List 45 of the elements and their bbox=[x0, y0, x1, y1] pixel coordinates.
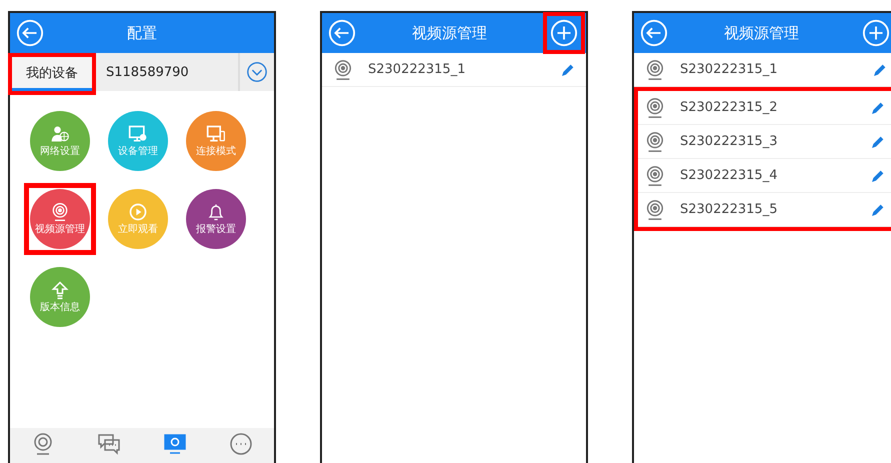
source-name: S230222315_2 bbox=[679, 100, 778, 115]
screen-title: 配置 bbox=[127, 24, 157, 42]
video-source-row[interactable]: S230222315_5 bbox=[638, 193, 891, 227]
monitor-phone-icon bbox=[206, 124, 226, 144]
video-source-row[interactable]: S230222315_4 bbox=[638, 159, 891, 193]
more-icon[interactable] bbox=[229, 432, 253, 456]
menu-tile[interactable]: 视频源管理 bbox=[30, 189, 90, 249]
video-source-row[interactable]: S230222315_2 bbox=[638, 91, 891, 125]
source-name: S230222315_5 bbox=[679, 202, 778, 217]
pencil-icon[interactable] bbox=[870, 100, 886, 116]
video-source-row[interactable]: S230222315_1 bbox=[634, 53, 891, 87]
webcam-icon bbox=[644, 58, 666, 80]
device-tab[interactable]: 我的设备 bbox=[12, 57, 92, 91]
user-globe-icon bbox=[50, 124, 70, 144]
webcam-icon bbox=[644, 198, 666, 220]
source-name: S230222315_1 bbox=[367, 62, 466, 77]
source-name: S230222315_4 bbox=[679, 168, 778, 183]
webcam-icon bbox=[644, 96, 666, 118]
screen-title: 视频源管理 bbox=[412, 24, 487, 42]
add-icon[interactable] bbox=[550, 19, 578, 47]
source-name: S230222315_1 bbox=[679, 62, 778, 77]
play-icon bbox=[128, 202, 148, 222]
add-icon[interactable] bbox=[862, 19, 890, 47]
pencil-icon[interactable] bbox=[870, 134, 886, 150]
source-name: S230222315_3 bbox=[679, 134, 778, 149]
chat-icon[interactable] bbox=[97, 432, 121, 456]
back-icon[interactable] bbox=[640, 19, 668, 47]
screen-title: 视频源管理 bbox=[724, 24, 799, 42]
pencil-icon[interactable] bbox=[870, 168, 886, 184]
webcam-icon bbox=[644, 164, 666, 186]
upload-arrow-icon bbox=[50, 280, 70, 300]
device-id: S118589790 bbox=[105, 64, 190, 80]
back-icon[interactable] bbox=[16, 19, 44, 47]
menu-tile[interactable]: 报警设置 bbox=[186, 189, 246, 249]
pencil-icon[interactable] bbox=[870, 202, 886, 218]
webcam-icon bbox=[50, 202, 70, 222]
video-source-row[interactable]: S230222315_3 bbox=[638, 125, 891, 159]
webcam-icon bbox=[332, 58, 354, 80]
video-source-row[interactable]: S230222315_1 bbox=[322, 53, 586, 87]
pencil-icon[interactable] bbox=[560, 62, 576, 78]
webcam-icon bbox=[644, 130, 666, 152]
back-icon[interactable] bbox=[328, 19, 356, 47]
bell-icon bbox=[206, 202, 226, 222]
pencil-icon[interactable] bbox=[872, 62, 888, 78]
dropdown-icon[interactable] bbox=[246, 61, 268, 83]
